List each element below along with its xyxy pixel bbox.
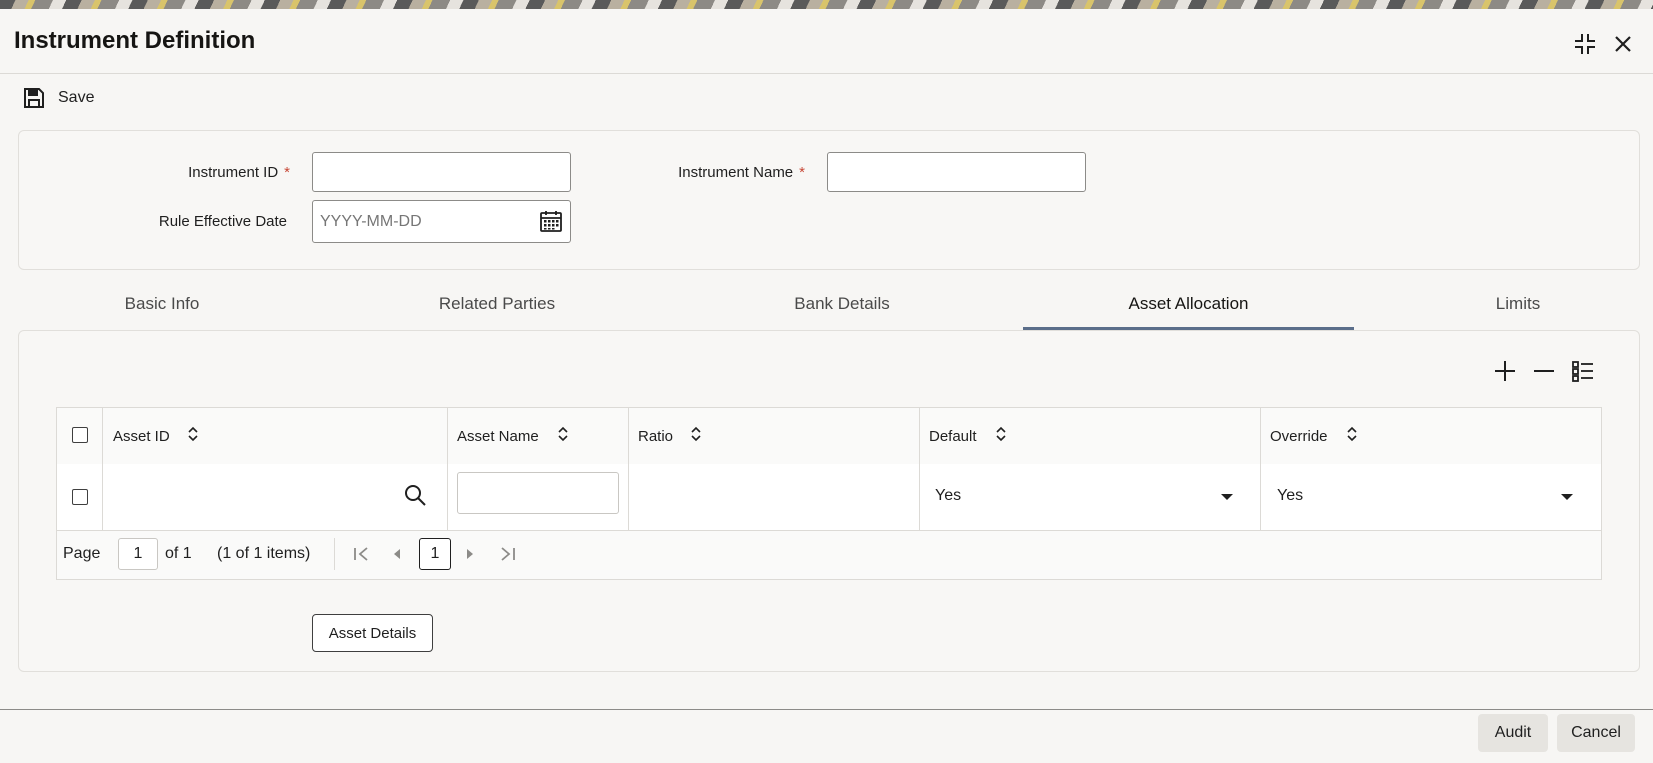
save-button[interactable]: Save bbox=[22, 86, 94, 110]
next-page-icon[interactable] bbox=[464, 546, 476, 567]
chevron-down-icon[interactable] bbox=[1561, 494, 1573, 500]
asset-name-cell bbox=[448, 464, 629, 530]
header-panel bbox=[18, 130, 1640, 270]
instrument-name-label: Instrument Name * bbox=[678, 164, 805, 181]
table-row: Yes Yes bbox=[57, 464, 1601, 531]
rule-effective-date-field[interactable] bbox=[312, 200, 571, 243]
instrument-id-label: Instrument ID * bbox=[188, 164, 290, 181]
instrument-id-field[interactable] bbox=[312, 152, 571, 192]
save-label: Save bbox=[58, 89, 95, 106]
sort-icon[interactable] bbox=[187, 426, 199, 447]
tab-basic-info[interactable]: Basic Info bbox=[62, 282, 262, 330]
single-record-view-icon[interactable] bbox=[1568, 356, 1598, 386]
minimize-icon[interactable] bbox=[1570, 29, 1600, 59]
cancel-button[interactable]: Cancel bbox=[1557, 714, 1635, 752]
tab-bar: Basic Info Related Parties Bank Details … bbox=[0, 282, 1653, 330]
save-icon bbox=[24, 88, 44, 108]
calendar-icon[interactable] bbox=[539, 209, 563, 238]
asset-id-cell[interactable] bbox=[103, 464, 448, 530]
sort-icon[interactable] bbox=[557, 426, 569, 447]
delete-row-icon[interactable] bbox=[1529, 356, 1559, 386]
close-icon[interactable] bbox=[1608, 29, 1638, 59]
asset-allocation-grid: Asset ID Asset Name Ratio Default Overri… bbox=[56, 407, 1602, 580]
header-select-cell bbox=[57, 408, 103, 464]
page-button-current[interactable]: 1 bbox=[419, 538, 451, 570]
override-select[interactable]: Yes bbox=[1261, 464, 1601, 530]
default-select[interactable]: Yes bbox=[920, 464, 1261, 530]
select-all-checkbox[interactable] bbox=[72, 427, 88, 443]
sort-icon[interactable] bbox=[1346, 426, 1358, 447]
search-icon[interactable] bbox=[403, 483, 427, 512]
row-checkbox[interactable] bbox=[72, 489, 88, 505]
instrument-name-field[interactable] bbox=[827, 152, 1086, 192]
sort-icon[interactable] bbox=[995, 426, 1007, 447]
previous-page-icon[interactable] bbox=[391, 546, 403, 567]
sort-icon[interactable] bbox=[690, 426, 702, 447]
tab-asset-allocation[interactable]: Asset Allocation bbox=[1023, 282, 1354, 330]
page-title: Instrument Definition bbox=[14, 27, 256, 54]
row-select-cell bbox=[57, 464, 103, 530]
last-page-icon[interactable] bbox=[498, 546, 516, 567]
banner-strip bbox=[0, 0, 1653, 9]
tab-bank-details[interactable]: Bank Details bbox=[742, 282, 942, 330]
chevron-down-icon[interactable] bbox=[1221, 494, 1233, 500]
first-page-icon[interactable] bbox=[353, 546, 371, 567]
divider bbox=[334, 538, 335, 570]
column-ratio: Ratio bbox=[629, 408, 920, 464]
footer-bar: Audit Cancel bbox=[0, 709, 1653, 763]
title-bar: Instrument Definition bbox=[0, 9, 1653, 74]
column-override: Override bbox=[1261, 408, 1601, 464]
rule-effective-date-wrapper bbox=[312, 200, 571, 243]
asset-name-field[interactable] bbox=[457, 472, 619, 514]
column-asset-id: Asset ID bbox=[103, 408, 448, 464]
audit-button[interactable]: Audit bbox=[1478, 714, 1548, 752]
add-row-icon[interactable] bbox=[1490, 356, 1520, 386]
ratio-cell[interactable] bbox=[629, 464, 920, 530]
column-default: Default bbox=[920, 408, 1261, 464]
pagination: Page 1 of 1 (1 of 1 items) 1 bbox=[57, 530, 1601, 579]
tab-related-parties[interactable]: Related Parties bbox=[397, 282, 597, 330]
grid-header: Asset ID Asset Name Ratio Default Overri… bbox=[57, 408, 1601, 465]
asset-details-button[interactable]: Asset Details bbox=[312, 614, 433, 652]
page-input[interactable]: 1 bbox=[118, 538, 158, 570]
rule-effective-date-label: Rule Effective Date bbox=[158, 213, 287, 230]
tab-limits[interactable]: Limits bbox=[1458, 282, 1578, 330]
column-asset-name: Asset Name bbox=[448, 408, 629, 464]
